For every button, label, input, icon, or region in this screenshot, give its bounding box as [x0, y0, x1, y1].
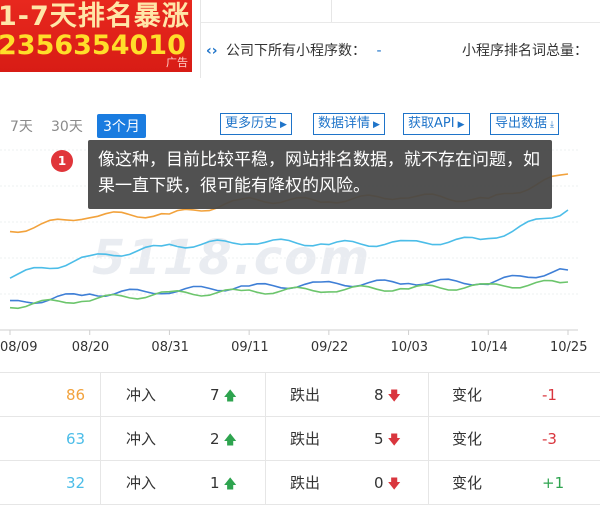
header-divider	[331, 0, 332, 22]
x-tick-label: 08/31	[151, 340, 189, 355]
get-api-label: 获取API	[408, 116, 455, 131]
range-30-days[interactable]: 30天	[51, 116, 83, 136]
row-value[interactable]: 86	[66, 373, 85, 417]
range-3-months[interactable]: 3个月	[97, 114, 146, 138]
col-divider	[265, 461, 266, 505]
col-divider	[100, 373, 101, 417]
triangle-right-icon: ▶	[457, 120, 465, 130]
annotation-tooltip: 像这种，目前比较平稳，网站排名数据，就不存在问题，如果一直下跌，很可能有降权的风…	[88, 140, 552, 209]
arrow-down-icon: 🡇	[387, 389, 401, 404]
ad-banner[interactable]: 1-7天排名暴涨 2356354010 广告	[0, 0, 192, 72]
change-value: +1	[542, 474, 565, 492]
out-count[interactable]: 0 🡇	[374, 461, 401, 505]
in-count-value: 2	[210, 430, 220, 448]
more-history-button[interactable]: 更多历史 ▶	[220, 113, 292, 135]
in-count[interactable]: 1 🡅	[210, 461, 237, 505]
out-count[interactable]: 8 🡇	[374, 373, 401, 417]
x-tick-label: 10/25	[550, 340, 588, 355]
ad-headline: 1-7天排名暴涨	[0, 1, 190, 32]
series-line[interactable]	[9, 267, 569, 305]
arrow-up-icon: 🡅	[223, 433, 237, 448]
company-mini-count-value[interactable]: -	[376, 43, 381, 59]
company-mini-count: ‹› 公司下所有小程序数： -	[206, 40, 382, 60]
annotation-marker: 1	[51, 150, 73, 172]
in-count-value: 1	[210, 474, 220, 492]
mini-rank-words-label: 小程序排名词总量：	[462, 43, 588, 59]
ad-tag: 广告	[166, 56, 188, 69]
out-count[interactable]: 5 🡇	[374, 417, 401, 461]
x-tick-label: 09/22	[310, 340, 349, 355]
x-tick-label: 09/11	[231, 340, 269, 355]
top-area: 1-7天排名暴涨 2356354010 广告 ‹› 公司下所有小程序数： - 小…	[0, 0, 600, 78]
in-label: 冲入	[126, 430, 157, 448]
x-tick-label: 08/20	[71, 340, 110, 355]
chart-toolbar: 7天 30天 3个月 更多历史 ▶ 数据详情 ▶ 获取API ▶ 导出数据 ⤓	[0, 108, 600, 138]
in-count[interactable]: 7 🡅	[210, 373, 237, 417]
data-details-button[interactable]: 数据详情 ▶	[313, 113, 385, 135]
series-line[interactable]	[9, 209, 569, 279]
out-count-value: 8	[374, 386, 384, 404]
col-divider	[265, 417, 266, 461]
col-divider	[428, 461, 429, 505]
in-count[interactable]: 2 🡅	[210, 417, 237, 461]
in-count-value: 7	[210, 386, 220, 404]
get-api-button[interactable]: 获取API ▶	[403, 113, 470, 135]
out-count-value: 5	[374, 430, 384, 448]
header-rule	[201, 22, 600, 23]
out-label: 跌出	[290, 474, 321, 492]
company-mini-count-label: 公司下所有小程序数：	[226, 43, 366, 59]
mini-rank-words-total: 小程序排名词总量：	[462, 40, 588, 60]
export-data-button[interactable]: 导出数据 ⤓	[490, 113, 559, 135]
table-row: 86 冲入 7 🡅 跌出 8 🡇 变化 -1	[0, 373, 600, 417]
change-value: -1	[542, 386, 557, 404]
change-label: 变化	[452, 386, 483, 404]
header-frame	[200, 0, 600, 78]
x-tick-label: 10/03	[390, 340, 429, 355]
col-divider	[265, 373, 266, 417]
out-count-value: 0	[374, 474, 384, 492]
change-label: 变化	[452, 430, 483, 448]
export-data-label: 导出数据	[495, 116, 548, 131]
arrow-down-icon: 🡇	[387, 433, 401, 448]
out-label: 跌出	[290, 430, 321, 448]
arrow-up-icon: 🡅	[223, 477, 237, 492]
in-label: 冲入	[126, 474, 157, 492]
code-bracket-icon: ‹›	[206, 43, 218, 59]
range-7-days[interactable]: 7天	[10, 116, 33, 136]
change-value: -3	[542, 430, 557, 448]
triangle-right-icon: ▶	[373, 120, 380, 130]
col-divider	[428, 373, 429, 417]
row-value[interactable]: 63	[66, 417, 85, 461]
col-divider	[100, 417, 101, 461]
data-details-label: 数据详情	[318, 116, 371, 131]
arrow-down-icon: 🡇	[387, 477, 401, 492]
rank-change-table: 86 冲入 7 🡅 跌出 8 🡇 变化 -1 63 冲入 2 🡅 跌出 5 🡇 变化 -…	[0, 372, 600, 506]
x-tick-label: 10/14	[470, 340, 508, 355]
row-value[interactable]: 32	[66, 461, 85, 505]
table-row: 63 冲入 2 🡅 跌出 5 🡇 变化 -3	[0, 417, 600, 461]
x-tick-label: 08/09	[0, 340, 38, 355]
table-row: 32 冲入 1 🡅 跌出 0 🡇 变化 +1	[0, 461, 600, 505]
out-label: 跌出	[290, 386, 321, 404]
download-icon: ⤓	[550, 120, 554, 130]
in-label: 冲入	[126, 386, 157, 404]
triangle-right-icon: ▶	[280, 120, 287, 130]
col-divider	[100, 461, 101, 505]
more-history-label: 更多历史	[225, 116, 278, 131]
change-label: 变化	[452, 474, 483, 492]
ad-phone: 2356354010	[0, 30, 186, 61]
arrow-up-icon: 🡅	[223, 389, 237, 404]
col-divider	[428, 417, 429, 461]
